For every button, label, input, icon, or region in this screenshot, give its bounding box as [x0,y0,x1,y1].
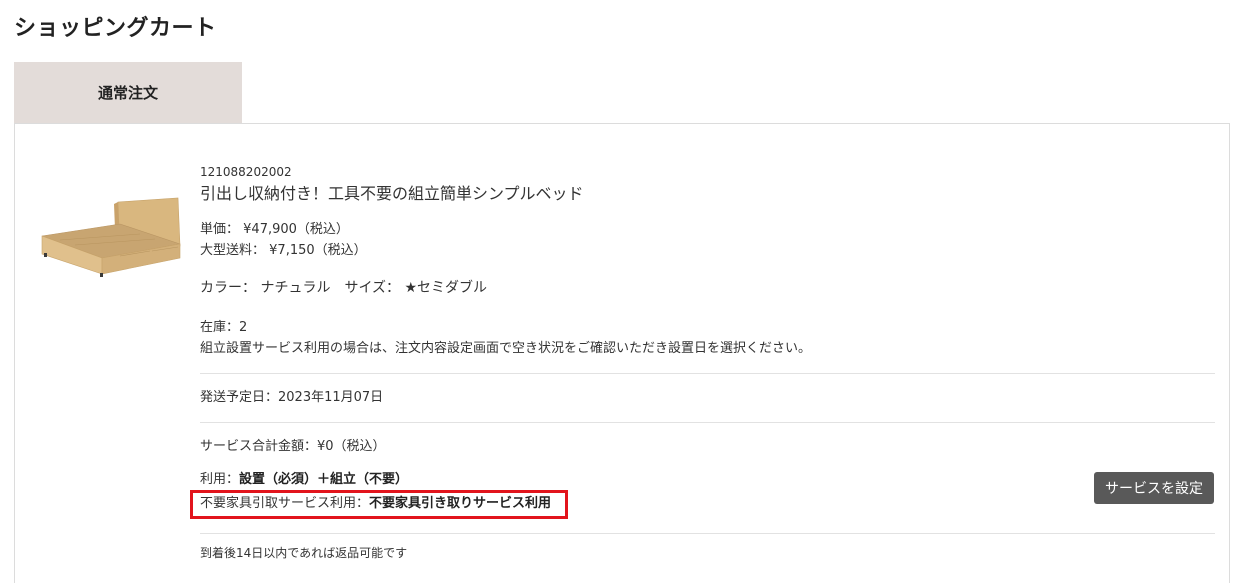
product-image[interactable] [40,194,185,284]
cart-item-panel: 121088202002 引出し収納付き！工具不要の組立簡単シンプルベッド 単価… [14,123,1230,583]
item-name[interactable]: 引出し収納付き！工具不要の組立簡単シンプルベッド [200,183,1215,205]
unit-price-label: 単価： [200,222,240,237]
divider [200,422,1215,423]
unit-price-row: 単価： ¥47,900（税込） [200,219,1215,240]
shipping-row: 大型送料： ¥7,150（税込） [200,240,1215,261]
service-usage: 利用：設置（必須）＋組立（不要） [200,469,1215,490]
shipping-value: ¥7,150（税込） [269,243,367,258]
page-title: ショッピングカート [14,16,217,41]
item-details: 121088202002 引出し収納付き！工具不要の組立簡単シンプルベッド 単価… [190,164,1215,562]
stock-count: 在庫：2 [200,320,248,335]
item-variant: カラー： ナチュラル サイズ： ★セミダブル [200,280,488,296]
tab-regular-order[interactable]: 通常注文 [14,62,242,123]
usage-value: 設置（必須）＋組立（不要） [239,472,409,487]
service-total: サービス合計金額：¥0（税込） [200,439,386,454]
disposal-value: 不要家具引き取りサービス利用 [369,496,552,511]
divider [200,533,1215,534]
item-sku: 121088202002 [200,165,292,179]
usage-label: 利用： [200,472,240,487]
divider [200,373,1215,374]
ship-date: 発送予定日：2023年11月07日 [200,390,384,405]
return-note: 到着後14日以内であれば返品可能です [200,546,408,560]
service-settings-button[interactable]: サービスを設定 [1094,472,1214,504]
disposal-service-highlight: 不要家具引取サービス利用：不要家具引き取りサービス利用 [190,490,569,519]
stock-note: 組立設置サービス利用の場合は、注文内容設定画面で空き状況をご確認いただき設置日を… [200,341,812,356]
shipping-label: 大型送料： [200,243,266,258]
disposal-label: 不要家具引取サービス利用： [200,496,370,511]
unit-price-value: ¥47,900（税込） [243,222,349,237]
